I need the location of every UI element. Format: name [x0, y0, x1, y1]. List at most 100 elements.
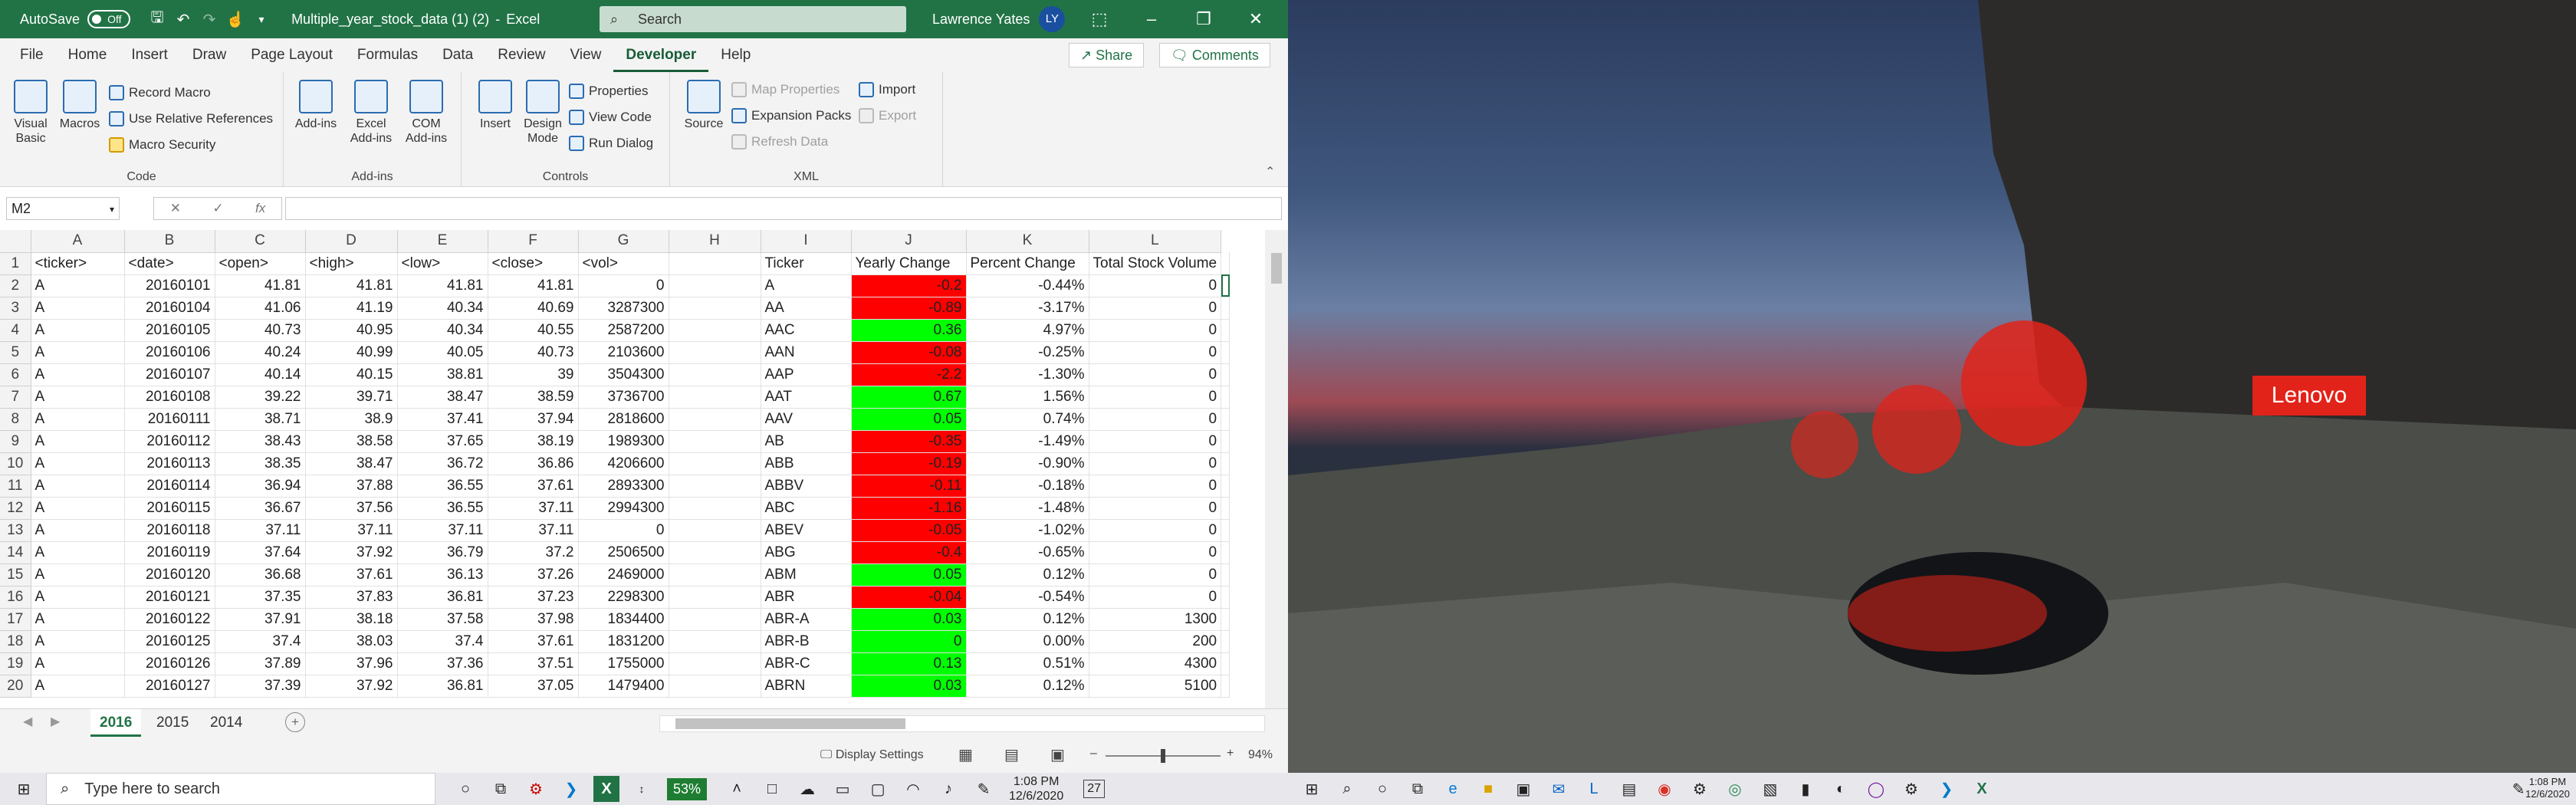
cell-m[interactable]	[1221, 497, 1230, 520]
cell-m[interactable]	[1221, 475, 1230, 498]
cell-l[interactable]: 0	[1089, 475, 1222, 498]
visual-basic-button[interactable]: Visual Basic	[8, 80, 54, 146]
sheet-tab-2014[interactable]: 2014	[201, 709, 251, 737]
cell-k[interactable]: -1.49%	[966, 430, 1089, 453]
sheet-nav-next-icon[interactable]: ▶	[51, 714, 60, 729]
cell-c[interactable]: 38.71	[215, 408, 306, 431]
cell-c[interactable]: 36.67	[215, 497, 306, 520]
cortana-icon[interactable]: ○	[452, 776, 478, 802]
cell-h[interactable]	[669, 408, 761, 431]
cell-j[interactable]: -0.2	[851, 274, 967, 297]
cell-d[interactable]: 38.9	[305, 408, 398, 431]
cell-m[interactable]	[1221, 297, 1230, 320]
cell-k[interactable]: 0.51%	[966, 652, 1089, 675]
clock[interactable]: 1:08 PM 12/6/2020	[2525, 776, 2570, 800]
scroll-thumb[interactable]	[1271, 253, 1282, 284]
cell-m[interactable]	[1221, 341, 1230, 364]
cell-i[interactable]: AA	[761, 297, 852, 320]
refresh-data-button[interactable]: Refresh Data	[731, 130, 828, 153]
row-header[interactable]: 4	[0, 319, 31, 342]
header-cell-g[interactable]: <vol>	[578, 252, 669, 275]
cell-k[interactable]: -3.17%	[966, 297, 1089, 320]
cell-k[interactable]: 0.74%	[966, 408, 1089, 431]
cell-g[interactable]: 1831200	[578, 630, 669, 653]
h-scroll-thumb[interactable]	[675, 718, 905, 729]
cell-i[interactable]: ABR-C	[761, 652, 852, 675]
cell-k[interactable]: 1.56%	[966, 386, 1089, 409]
cell-l[interactable]: 0	[1089, 586, 1222, 609]
redo-icon[interactable]: ↷	[196, 6, 222, 32]
cell-d[interactable]: 38.03	[305, 630, 398, 653]
cell-c[interactable]: 41.06	[215, 297, 306, 320]
cell-d[interactable]: 37.92	[305, 541, 398, 564]
cell-c[interactable]: 37.11	[215, 519, 306, 542]
windows-start-icon[interactable]: ⊞	[1299, 776, 1325, 802]
record-macro-button[interactable]: Record Macro	[109, 81, 211, 104]
cell-f[interactable]: 37.26	[488, 564, 579, 586]
cell-b[interactable]: 20160127	[124, 675, 215, 698]
cell-j[interactable]: -0.08	[851, 341, 967, 364]
tab-view[interactable]: View	[558, 38, 614, 72]
cell-a[interactable]: A	[31, 297, 125, 320]
app-icon[interactable]: ⚙	[523, 776, 549, 802]
cell-c[interactable]: 41.81	[215, 274, 306, 297]
cell-f[interactable]: 37.98	[488, 608, 579, 631]
cell-l[interactable]: 0	[1089, 341, 1222, 364]
cell-j[interactable]: 0.05	[851, 408, 967, 431]
cell-g[interactable]: 2893300	[578, 475, 669, 498]
cell-a[interactable]: A	[31, 497, 125, 520]
cell-d[interactable]: 40.99	[305, 341, 398, 364]
sheet-nav-prev-icon[interactable]: ◀	[23, 714, 32, 729]
row-header[interactable]: 10	[0, 452, 31, 475]
cell-b[interactable]: 20160120	[124, 564, 215, 586]
cell-b[interactable]: 20160113	[124, 452, 215, 475]
cell-b[interactable]: 20160105	[124, 319, 215, 342]
cell-h[interactable]	[669, 430, 761, 453]
cell-a[interactable]: A	[31, 519, 125, 542]
cell-a[interactable]: A	[31, 652, 125, 675]
cell-k[interactable]: 0.12%	[966, 608, 1089, 631]
cell-m[interactable]	[1221, 386, 1230, 409]
expansion-packs-button[interactable]: Expansion Packs	[731, 104, 851, 127]
cell-d[interactable]: 39.71	[305, 386, 398, 409]
cell-d[interactable]: 40.15	[305, 363, 398, 386]
cell-h[interactable]	[669, 452, 761, 475]
cell-c[interactable]: 38.43	[215, 430, 306, 453]
cell-i[interactable]: ABC	[761, 497, 852, 520]
cell-g[interactable]: 3504300	[578, 363, 669, 386]
cell-f[interactable]: 37.2	[488, 541, 579, 564]
column-header[interactable]: B	[124, 230, 215, 253]
cell-i[interactable]: ABEV	[761, 519, 852, 542]
fx-icon[interactable]: fx	[255, 201, 265, 216]
cell-a[interactable]: A	[31, 319, 125, 342]
cell-i[interactable]: AB	[761, 430, 852, 453]
cell-m[interactable]	[1221, 430, 1230, 453]
cell-m[interactable]	[1221, 675, 1230, 698]
share-button[interactable]: ↗ Share	[1069, 43, 1145, 67]
cell-f[interactable]: 37.11	[488, 497, 579, 520]
save-icon[interactable]: 🖫	[144, 6, 170, 32]
mail-icon[interactable]: ✉	[1546, 776, 1572, 802]
import-button[interactable]: Import	[859, 78, 915, 101]
cell-g[interactable]: 2103600	[578, 341, 669, 364]
tab-draw[interactable]: Draw	[180, 38, 238, 72]
app-icon[interactable]: ◐	[1828, 776, 1854, 802]
zoom-level[interactable]: 94%	[1248, 748, 1273, 762]
tab-insert[interactable]: Insert	[119, 38, 180, 72]
cell-j[interactable]: -0.35	[851, 430, 967, 453]
cell-f[interactable]: 37.51	[488, 652, 579, 675]
cell-e[interactable]: 36.72	[397, 452, 488, 475]
cell-k[interactable]: -0.18%	[966, 475, 1089, 498]
cell-l[interactable]: 0	[1089, 297, 1222, 320]
cell-m[interactable]	[1221, 363, 1230, 386]
cell-l[interactable]: 1300	[1089, 608, 1222, 631]
app-icon[interactable]: ▧	[1757, 776, 1783, 802]
cell-e[interactable]: 36.13	[397, 564, 488, 586]
zoom-in-icon[interactable]: +	[1227, 747, 1234, 761]
cell-d[interactable]: 40.95	[305, 319, 398, 342]
cell-k[interactable]: -0.54%	[966, 586, 1089, 609]
page-break-view-icon[interactable]: ▣	[1050, 745, 1065, 764]
cell-h[interactable]	[669, 630, 761, 653]
comments-button[interactable]: 🗨 Comments	[1159, 43, 1270, 67]
app-icon[interactable]: ⚙	[1687, 776, 1713, 802]
